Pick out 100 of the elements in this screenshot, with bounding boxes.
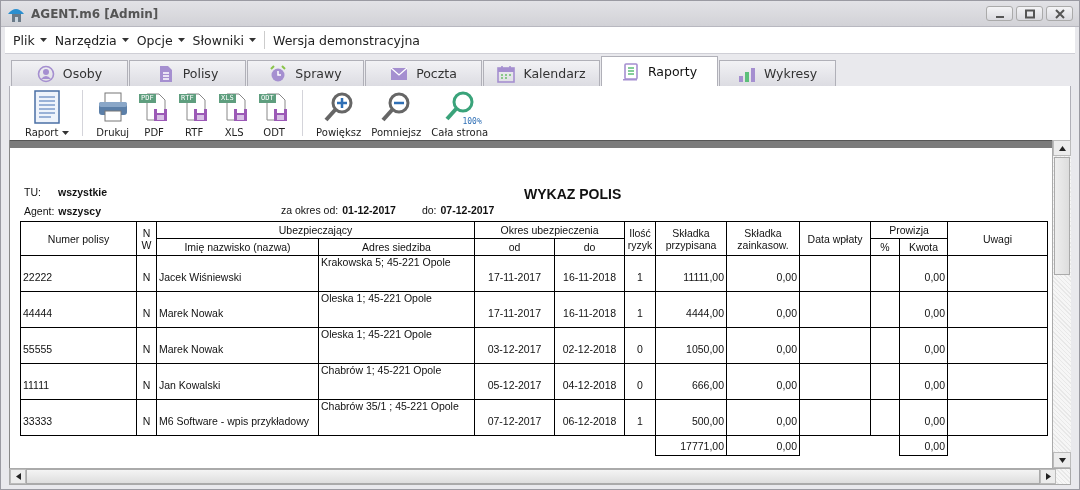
scroll-thumb[interactable] [26, 469, 1040, 484]
tab[interactable]: Polisy [129, 60, 246, 86]
maximize-icon [1023, 8, 1036, 19]
table-cell: 0,00 [726, 255, 800, 292]
caret-icon [62, 130, 70, 135]
table-cell: Jan Kowalski [156, 363, 319, 400]
edition-label: Wersja demonstracyjna [273, 32, 421, 48]
alarm-clock-icon [269, 64, 288, 83]
table-cell: Chabrów 35/1 ; 45-221 Opole [318, 399, 475, 436]
menu-item[interactable]: Narzędzia [50, 32, 133, 48]
table-cell: 0,00 [726, 399, 800, 436]
table-cell: 666,00 [655, 363, 727, 400]
table-cell: 0,00 [899, 291, 948, 328]
table-cell: 16-11-2018 [554, 291, 625, 328]
filter-label: TU: [24, 186, 42, 198]
column-header: od [474, 238, 555, 256]
table-cell: Marek Nowak [156, 327, 319, 364]
minimize-icon [995, 15, 1004, 18]
table-cell: N [136, 399, 157, 436]
table-cell: 0,00 [726, 291, 800, 328]
vertical-scrollbar[interactable] [1052, 140, 1071, 468]
menu-item[interactable]: Plik [9, 32, 51, 48]
filter-value: wszystkie [58, 186, 108, 198]
table-cell: Chabrów 1; 45-221 Opole [318, 363, 475, 400]
table-cell: 07-12-2017 [474, 399, 555, 436]
tab[interactable]: Kalendarz [483, 60, 600, 86]
column-header: Imię nazwisko (nazwa) [156, 238, 319, 256]
scroll-up-icon[interactable] [1053, 140, 1071, 156]
table-cell: 05-12-2017 [474, 363, 555, 400]
table-cell: 1 [624, 399, 656, 436]
table-cell: 04-12-2018 [554, 363, 625, 400]
table-cell: N [136, 363, 157, 400]
table-cell: N [136, 255, 157, 292]
period-value: 07-12-2017 [440, 204, 495, 216]
total-cell: 17771,00 [655, 435, 727, 456]
column-header: % [870, 238, 900, 256]
caret-icon [177, 38, 185, 42]
table-cell: Oleska 1; 45-221 Opole [318, 291, 475, 328]
toolbar-button[interactable]: Raport [20, 86, 75, 140]
tab[interactable]: Wykresy [719, 60, 836, 86]
table-cell: Marek Nowak [156, 291, 319, 328]
caret-icon [39, 38, 47, 42]
table-cell: M6 Software - wpis przykładowy [156, 399, 319, 436]
printer-icon [96, 91, 129, 123]
table-cell: 17-11-2017 [474, 255, 555, 292]
tab[interactable]: Poczta [365, 60, 482, 86]
menu-item[interactable]: Słowniki [188, 32, 261, 48]
column-header: Ilość ryzyk [624, 221, 656, 256]
table-cell: 33333 [20, 399, 137, 436]
table-cell: 0,00 [899, 363, 948, 400]
table-cell: 11111,00 [655, 255, 727, 292]
period-label: za okres od: [281, 204, 339, 216]
column-header: Data wpłaty [799, 221, 871, 256]
tab[interactable]: Raporty [601, 56, 718, 86]
toolbar-button[interactable]: 100% Cała strona [426, 86, 494, 140]
toolbar-button[interactable]: Powiększ [311, 86, 367, 140]
calendar-icon [497, 64, 516, 83]
column-header: Ubezpieczający [156, 221, 475, 239]
period-label: do: [421, 204, 437, 216]
toolbar-button[interactable]: Pomniejsz [366, 86, 427, 140]
period-value: 01-12-2017 [342, 204, 396, 216]
tab[interactable]: Sprawy [247, 60, 364, 86]
scroll-left-icon[interactable] [10, 469, 26, 484]
caret-icon [121, 38, 129, 42]
table-cell: N [136, 291, 157, 328]
table-cell: Krakowska 5; 45-221 Opole [318, 255, 475, 292]
table-cell: 500,00 [655, 399, 727, 436]
tab[interactable]: Osoby [11, 60, 128, 86]
column-header: Prowizja [870, 221, 948, 239]
table-cell: 0,00 [899, 399, 948, 436]
minimize-button[interactable] [986, 6, 1013, 21]
window-title: AGENT.m6 [Admin] [31, 6, 160, 21]
scroll-right-icon[interactable] [1040, 469, 1056, 484]
table-cell: Jacek Wiśniewski [156, 255, 319, 292]
column-header: Składka zainkasow. [726, 221, 800, 256]
table-cell: 0,00 [726, 327, 800, 364]
total-cell: 0,00 [899, 435, 948, 456]
report-document-icon [34, 90, 61, 124]
person-icon [36, 64, 55, 83]
scroll-thumb[interactable] [1054, 157, 1070, 275]
menu-item[interactable]: Opcje [132, 32, 189, 48]
column-header: Okres ubezpieczenia [474, 221, 625, 239]
table-cell: 16-11-2018 [554, 255, 625, 292]
maximize-button[interactable] [1016, 6, 1043, 21]
horizontal-scrollbar[interactable] [9, 468, 1071, 485]
close-button[interactable] [1046, 6, 1073, 21]
scroll-down-icon[interactable] [1053, 452, 1071, 468]
total-cell: 0,00 [726, 435, 800, 456]
filter-value: wszyscy [58, 205, 101, 217]
table-cell: 0 [624, 327, 656, 364]
close-icon [1053, 8, 1066, 19]
caret-icon [249, 38, 257, 42]
zoom-level-label: 100% [462, 118, 482, 126]
table-cell: 0,00 [726, 363, 800, 400]
column-header: Adres siedziba [318, 238, 475, 256]
table-cell: 0,00 [899, 327, 948, 364]
report-icon [621, 62, 640, 81]
table-cell: 17-11-2017 [474, 291, 555, 328]
table-cell: 55555 [20, 327, 137, 364]
toolbar-button[interactable]: Drukuj [91, 86, 135, 140]
